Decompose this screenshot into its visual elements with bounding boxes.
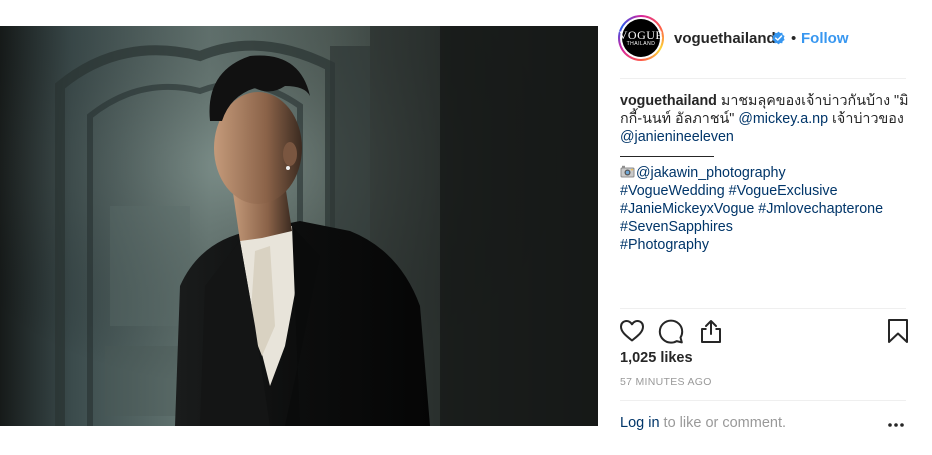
caption-line-1: voguethailand มาชมลุคของเจ้าบ่าวกันบ้าง … bbox=[620, 92, 912, 110]
login-prompt: Log in to like or comment. bbox=[620, 415, 786, 431]
avatar[interactable]: VOGUE THAILAND bbox=[618, 15, 664, 61]
separator-dot: • bbox=[791, 30, 797, 47]
caption-text-2: กกี้-นนท์ อัลภาชน์" bbox=[620, 111, 739, 127]
caption-line-4: @jakawin_photography bbox=[620, 164, 912, 182]
share-icon[interactable] bbox=[698, 318, 724, 344]
post-timestamp: 57 MINUTES AGO bbox=[620, 376, 712, 388]
heart-icon[interactable] bbox=[619, 318, 645, 344]
hashtags-line-2[interactable]: #JanieMickeyxVogue #Jmlovechapterone bbox=[620, 200, 912, 218]
post-header: VOGUE THAILAND voguethailand • Follow bbox=[598, 0, 932, 79]
groom-portrait-image bbox=[0, 26, 598, 426]
avatar-logo-subtext: THAILAND bbox=[626, 40, 656, 47]
hashtags-line-3[interactable]: #SevenSapphires bbox=[620, 218, 912, 236]
hashtags-line-4[interactable]: #Photography bbox=[620, 236, 912, 254]
verified-badge-icon bbox=[772, 31, 785, 45]
avatar-border: VOGUE THAILAND bbox=[619, 17, 663, 59]
post-sidebar: VOGUE THAILAND voguethailand • Follow vo… bbox=[598, 0, 932, 455]
bookmark-icon[interactable] bbox=[885, 318, 911, 344]
caption-line-3: @janienineeleven bbox=[620, 128, 912, 146]
caption-line-2: กกี้-นนท์ อัลภาชน์" @mickey.a.np เจ้าบ่า… bbox=[620, 110, 912, 128]
camera-emoji-icon bbox=[620, 165, 635, 178]
likes-count[interactable]: 1,025 likes bbox=[620, 350, 693, 366]
post-photo[interactable] bbox=[0, 26, 598, 426]
vogue-logo: VOGUE THAILAND bbox=[619, 19, 663, 57]
mention-photographer[interactable]: @jakawin_photography bbox=[636, 165, 786, 181]
hashtags-line-1[interactable]: #VogueWedding #VogueExclusive bbox=[620, 182, 912, 200]
comment-icon[interactable] bbox=[658, 318, 684, 344]
caption-text-1: มาชมลุคของเจ้าบ่าวกันบ้าง "มิ bbox=[716, 93, 909, 109]
login-prompt-text: to like or comment. bbox=[659, 415, 787, 431]
actions-divider bbox=[620, 308, 906, 309]
comment-divider bbox=[620, 400, 906, 401]
post-caption: voguethailand มาชมลุคของเจ้าบ่าวกันบ้าง … bbox=[620, 92, 912, 254]
follow-button[interactable]: Follow bbox=[801, 30, 849, 47]
header-username[interactable]: voguethailand bbox=[674, 30, 776, 47]
mention-mickey[interactable]: @mickey.a.np bbox=[738, 111, 828, 127]
mention-janie[interactable]: @janienineeleven bbox=[620, 129, 734, 145]
post-actions bbox=[619, 318, 911, 344]
caption-author[interactable]: voguethailand bbox=[620, 93, 717, 109]
caption-text-3: เจ้าบ่าวของ bbox=[828, 111, 904, 127]
more-options-icon[interactable] bbox=[886, 417, 906, 433]
avatar-logo-text: VOGUE bbox=[618, 27, 664, 42]
instagram-post-view: VOGUE THAILAND voguethailand • Follow vo… bbox=[0, 0, 932, 455]
caption-divider bbox=[620, 146, 714, 164]
login-link[interactable]: Log in bbox=[620, 415, 660, 431]
